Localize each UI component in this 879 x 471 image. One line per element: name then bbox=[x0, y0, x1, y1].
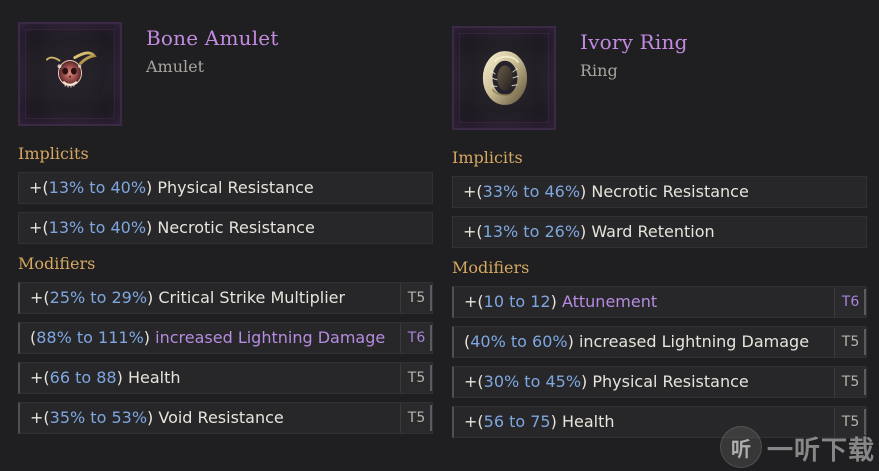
right-modifier-row-2[interactable]: (40% to 60%) increased Lightning Damage … bbox=[452, 326, 867, 358]
right-item-header: Ivory Ring Ring bbox=[452, 26, 867, 138]
left-modifier-suffix-3: ) bbox=[116, 368, 123, 387]
left-modifier-stat-4: Void Resistance bbox=[158, 408, 284, 427]
right-modifier-suffix-3: ) bbox=[581, 372, 588, 391]
right-item-frame[interactable] bbox=[452, 26, 556, 130]
left-implicit-row-1[interactable]: +(13% to 40%) Physical Resistance bbox=[18, 172, 433, 204]
right-modifier-stat-1: Attunement bbox=[561, 292, 658, 311]
right-implicit-suffix-2: ) bbox=[580, 222, 587, 241]
left-implicit-range-2: 13% to 40% bbox=[48, 218, 147, 237]
left-implicit-suffix-1: ) bbox=[146, 178, 153, 197]
left-modifier-suffix-2: ) bbox=[143, 328, 151, 347]
left-implicit-prefix-1: +( bbox=[29, 178, 49, 197]
right-modifier-tier-1: T6 bbox=[834, 287, 866, 317]
left-implicit-stat-2: Necrotic Resistance bbox=[157, 218, 315, 237]
right-modifier-tier-3: T5 bbox=[834, 367, 866, 397]
right-modifier-suffix-2: ) bbox=[567, 332, 574, 351]
right-implicit-text-1: +(33% to 46%) Necrotic Resistance bbox=[463, 182, 749, 202]
right-modifier-tier-2: T5 bbox=[834, 327, 866, 357]
left-modifier-range-3: 66 to 88 bbox=[49, 368, 117, 387]
right-item-type: Ring bbox=[580, 61, 618, 80]
left-modifier-range-2: 88% to 111% bbox=[36, 328, 144, 347]
left-modifier-text-1: +(25% to 29%) Critical Strike Multiplier bbox=[30, 288, 345, 308]
left-modifier-tier-2: T6 bbox=[400, 323, 432, 353]
left-modifier-prefix-3: +( bbox=[30, 368, 50, 387]
right-item-panel: Ivory Ring Ring Implicits +(33% to 46%) … bbox=[452, 26, 867, 446]
left-implicit-text-1: +(13% to 40%) Physical Resistance bbox=[29, 178, 314, 198]
right-modifier-stat-4: Health bbox=[561, 412, 615, 431]
left-modifier-row-3[interactable]: +(66 to 88) Health T5 bbox=[18, 362, 433, 394]
right-modifier-text-4: +(56 to 75) Health bbox=[464, 412, 615, 432]
left-item-frame[interactable] bbox=[18, 22, 122, 126]
left-implicit-prefix-2: +( bbox=[29, 218, 49, 237]
right-implicit-row-1[interactable]: +(33% to 46%) Necrotic Resistance bbox=[452, 176, 867, 208]
right-implicits-list: +(33% to 46%) Necrotic Resistance +(13% … bbox=[452, 176, 867, 248]
right-modifier-text-2: (40% to 60%) increased Lightning Damage bbox=[464, 332, 809, 352]
left-modifier-tier-4: T5 bbox=[400, 403, 432, 433]
left-modifiers-list: +(25% to 29%) Critical Strike Multiplier… bbox=[18, 282, 433, 434]
left-implicits-list: +(13% to 40%) Physical Resistance +(13% … bbox=[18, 172, 433, 244]
ring-icon bbox=[482, 51, 528, 105]
right-item-name: Ivory Ring bbox=[580, 30, 688, 54]
right-implicit-stat-2: Ward Retention bbox=[591, 222, 715, 241]
amulet-icon bbox=[45, 51, 97, 88]
right-implicit-prefix-1: +( bbox=[463, 182, 483, 201]
left-modifier-prefix-4: +( bbox=[30, 408, 50, 427]
left-modifier-text-4: +(35% to 53%) Void Resistance bbox=[30, 408, 284, 428]
left-modifier-range-1: 25% to 29% bbox=[49, 288, 148, 307]
left-modifier-tier-1: T5 bbox=[400, 283, 432, 313]
right-modifier-text-3: +(30% to 45%) Physical Resistance bbox=[464, 372, 749, 392]
left-item-panel: Bone Amulet Amulet Implicits +(13% to 40… bbox=[18, 22, 433, 442]
left-modifier-row-4[interactable]: +(35% to 53%) Void Resistance T5 bbox=[18, 402, 433, 434]
left-implicit-range-1: 13% to 40% bbox=[48, 178, 147, 197]
right-modifiers-list: +(10 to 12) Attunement T6 (40% to 60%) i… bbox=[452, 286, 867, 438]
left-item-header: Bone Amulet Amulet bbox=[18, 22, 433, 134]
right-implicit-range-2: 13% to 26% bbox=[482, 222, 581, 241]
left-implicit-stat-1: Physical Resistance bbox=[157, 178, 314, 197]
right-modifier-stat-3: Physical Resistance bbox=[592, 372, 749, 391]
left-modifier-text-2: (88% to 111%) increased Lightning Damage bbox=[30, 328, 385, 348]
right-modifier-prefix-1: +( bbox=[464, 292, 484, 311]
left-implicit-text-2: +(13% to 40%) Necrotic Resistance bbox=[29, 218, 315, 238]
right-modifier-row-4[interactable]: +(56 to 75) Health T5 bbox=[452, 406, 867, 438]
right-modifier-range-2: 40% to 60% bbox=[470, 332, 568, 351]
left-implicits-title: Implicits bbox=[18, 144, 89, 163]
left-item-type: Amulet bbox=[146, 57, 205, 76]
left-implicit-suffix-2: ) bbox=[146, 218, 153, 237]
left-item-name: Bone Amulet bbox=[146, 26, 279, 50]
left-modifier-row-2[interactable]: (88% to 111%) increased Lightning Damage… bbox=[18, 322, 433, 354]
right-modifier-range-1: 10 to 12 bbox=[483, 292, 551, 311]
left-modifier-stat-3: Health bbox=[127, 368, 181, 387]
right-modifier-row-3[interactable]: +(30% to 45%) Physical Resistance T5 bbox=[452, 366, 867, 398]
right-modifier-row-1[interactable]: +(10 to 12) Attunement T6 bbox=[452, 286, 867, 318]
left-modifier-row-1[interactable]: +(25% to 29%) Critical Strike Multiplier… bbox=[18, 282, 433, 314]
right-implicits-title: Implicits bbox=[452, 148, 523, 167]
left-modifier-suffix-4: ) bbox=[147, 408, 154, 427]
right-implicit-range-1: 33% to 46% bbox=[482, 182, 581, 201]
left-modifier-prefix-1: +( bbox=[30, 288, 50, 307]
left-modifier-stat-2: increased Lightning Damage bbox=[155, 328, 386, 347]
right-modifier-suffix-4: ) bbox=[550, 412, 557, 431]
left-modifier-suffix-1: ) bbox=[147, 288, 154, 307]
right-modifier-suffix-1: ) bbox=[550, 292, 557, 311]
right-implicit-suffix-1: ) bbox=[580, 182, 587, 201]
right-modifier-tier-4: T5 bbox=[834, 407, 866, 437]
right-implicit-stat-1: Necrotic Resistance bbox=[591, 182, 749, 201]
right-modifier-prefix-4: +( bbox=[464, 412, 484, 431]
right-modifier-range-3: 30% to 45% bbox=[483, 372, 582, 391]
right-modifier-range-4: 56 to 75 bbox=[483, 412, 551, 431]
right-implicit-row-2[interactable]: +(13% to 26%) Ward Retention bbox=[452, 216, 867, 248]
left-modifiers-title: Modifiers bbox=[18, 254, 96, 273]
right-modifier-prefix-3: +( bbox=[464, 372, 484, 391]
right-implicit-prefix-2: +( bbox=[463, 222, 483, 241]
right-modifier-stat-2: increased Lightning Damage bbox=[578, 332, 810, 351]
right-implicit-text-2: +(13% to 26%) Ward Retention bbox=[463, 222, 715, 242]
left-modifier-stat-1: Critical Strike Multiplier bbox=[158, 288, 346, 307]
left-modifier-tier-3: T5 bbox=[400, 363, 432, 393]
right-modifiers-title: Modifiers bbox=[452, 258, 530, 277]
left-modifier-text-3: +(66 to 88) Health bbox=[30, 368, 181, 388]
right-modifier-text-1: +(10 to 12) Attunement bbox=[464, 292, 657, 312]
left-modifier-range-4: 35% to 53% bbox=[49, 408, 148, 427]
left-implicit-row-2[interactable]: +(13% to 40%) Necrotic Resistance bbox=[18, 212, 433, 244]
